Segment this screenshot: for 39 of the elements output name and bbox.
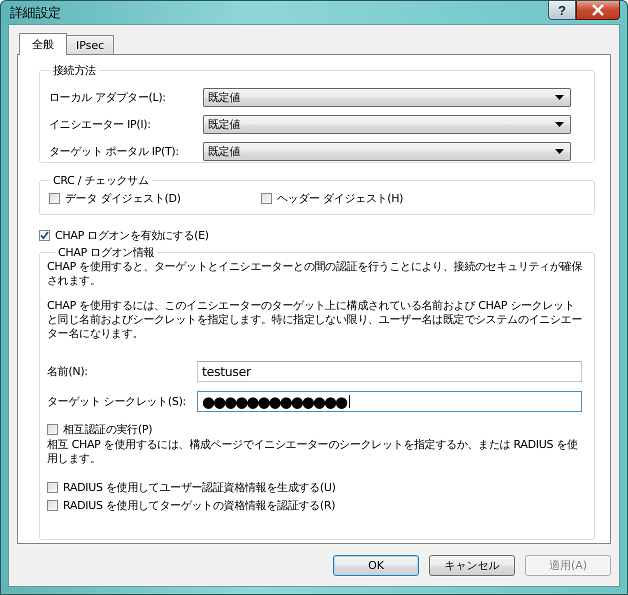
tab[interactable]: 全般 bbox=[19, 33, 67, 55]
group-title: 接続方法 bbox=[52, 63, 97, 78]
checkbox-label: ヘッダー ダイジェスト(H) bbox=[277, 191, 404, 206]
dropdown-arrow-icon bbox=[555, 94, 564, 100]
dropdown[interactable]: 既定値 bbox=[203, 88, 571, 106]
checkbox-label: データ ダイジェスト(D) bbox=[65, 191, 181, 206]
tab[interactable]: IPsec bbox=[66, 35, 114, 54]
dropdown-arrow-icon bbox=[555, 122, 564, 126]
dropdown[interactable]: 既定値 bbox=[203, 114, 571, 134]
field-label: イニシエーター IP(I): bbox=[49, 116, 152, 132]
checkbox[interactable] bbox=[47, 500, 58, 510]
description-text: CHAP を使用するには、このイニシエーターのターゲット上に構成されている名前および CHAP シークレットと同じ名前およびシークレットを指定します。特に指定しない限り、ユーザー名は既定でシステムのイニシエーター名になります。 bbox=[47, 299, 584, 341]
checkbox[interactable] bbox=[49, 193, 60, 204]
group-title: CHAP ログオン情報 bbox=[57, 245, 156, 260]
input-field[interactable]: ●●●●●●●●●●●●● bbox=[197, 391, 582, 412]
checkbox[interactable] bbox=[39, 230, 50, 240]
field-label: ターゲット ポータル IP(T): bbox=[49, 144, 180, 158]
dialog-button[interactable]: OK bbox=[333, 554, 419, 576]
input-field[interactable]: testuser bbox=[197, 361, 582, 382]
checkbox[interactable] bbox=[47, 424, 58, 434]
description-text: CHAP を使用すると、ターゲットとイニシエーターとの間の認証を行うことにより、接続のセキュリティが確保されます。 bbox=[47, 260, 584, 288]
dropdown[interactable]: 既定値 bbox=[203, 142, 571, 160]
checkbox-label: RADIUS を使用してターゲットの資格情報を認証する(R) bbox=[63, 498, 336, 512]
help-button[interactable]: ? bbox=[548, 1, 576, 20]
description-text: 相互 CHAP を使用するには、構成ページでイニシエーターのシークレットを指定するか、または RADIUS を使用します。 bbox=[47, 438, 579, 466]
checkbox[interactable] bbox=[261, 193, 272, 204]
close-icon bbox=[591, 4, 605, 16]
dropdown-arrow-icon bbox=[555, 148, 564, 154]
field-label: 名前(N): bbox=[47, 364, 89, 379]
field-label: ローカル アダプター(L): bbox=[49, 90, 167, 104]
field-label: ターゲット シークレット(S): bbox=[47, 394, 187, 409]
checkbox-label: RADIUS を使用してユーザー認証資格情報を生成する(U) bbox=[63, 480, 336, 494]
group-title: CRC / チェックサム bbox=[52, 173, 150, 188]
checkbox-label: CHAP ログオンを有効にする(E) bbox=[55, 228, 209, 242]
close-button[interactable] bbox=[576, 1, 620, 20]
dialog-button[interactable]: キャンセル bbox=[429, 554, 515, 576]
checkbox-label: 相互認証の実行(P) bbox=[63, 422, 152, 436]
checkbox[interactable] bbox=[47, 482, 58, 492]
window-title: 詳細設定 bbox=[9, 4, 61, 22]
